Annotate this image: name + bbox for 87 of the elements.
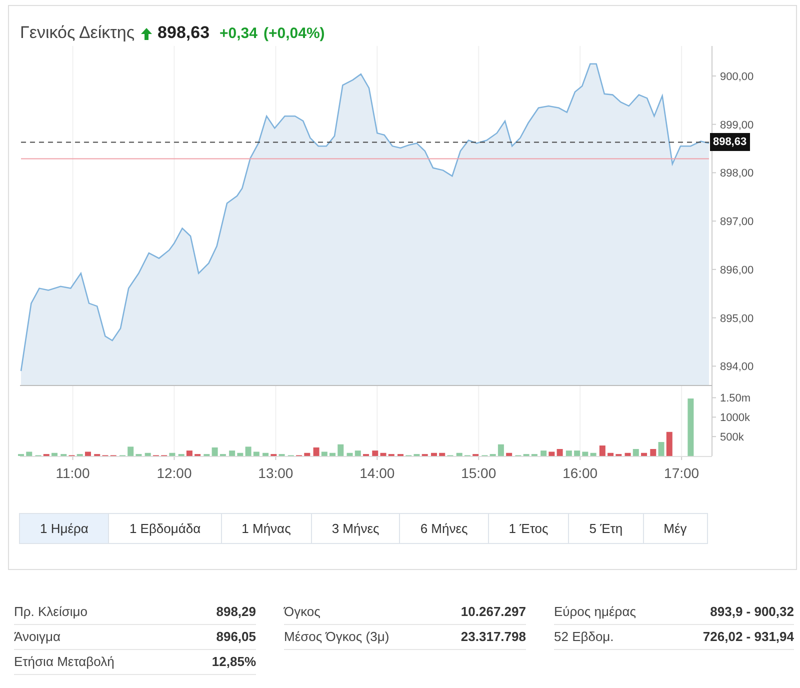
volume-bar [658, 442, 664, 456]
axis-label: 898,00 [720, 168, 754, 180]
axis-label: 899,00 [720, 119, 754, 132]
volume-bar [346, 452, 353, 456]
axis-label: 900,00 [720, 70, 754, 83]
volume-bar [304, 452, 310, 456]
volume-bar [548, 452, 555, 456]
range-tab[interactable]: 6 Μήνες [400, 513, 489, 544]
volume-bar [498, 444, 504, 456]
volume-bar [582, 452, 588, 456]
axis-label: 1.50m [720, 392, 751, 405]
last-price: 898,63 [158, 23, 210, 43]
axis-label: 896,00 [720, 264, 754, 276]
stat-value: 893,9 - 900,32 [710, 604, 794, 619]
stat-value: 10.267.297 [460, 604, 526, 619]
volume-bar [52, 452, 58, 456]
volume-bar [556, 449, 563, 456]
stat-label: Μέσος Όγκος (3μ) [284, 629, 390, 644]
time-label: 15:00 [461, 465, 496, 481]
index-name: Γενικός Δείκτης [20, 23, 135, 43]
volume-bar [641, 452, 648, 456]
stat-label: Όγκος [284, 604, 320, 619]
range-tab[interactable]: Μέγ [644, 513, 708, 544]
stat-label: Άνοιγμα [14, 629, 61, 644]
volume-bar [566, 450, 572, 456]
time-label: 11:00 [56, 465, 90, 481]
time-label: 14:00 [360, 465, 395, 481]
volume-bar [321, 452, 328, 456]
volume-bar [186, 450, 192, 456]
volume-bar [313, 447, 320, 456]
last-price-badge: 898,63 [710, 133, 750, 152]
volume-bar [84, 452, 91, 456]
range-tab[interactable]: 3 Μήνες [312, 513, 400, 544]
range-tab[interactable]: 1 Ημέρα [19, 513, 110, 544]
volume-bar [380, 452, 386, 456]
axis-label: 897,00 [720, 216, 754, 228]
volume-bar [506, 452, 512, 456]
stat-value: 23.317.798 [460, 629, 526, 644]
volume-bar [456, 452, 462, 456]
volume-bar [372, 450, 378, 456]
volume-bar [262, 452, 269, 456]
volume-bar [330, 452, 336, 456]
range-tab[interactable]: 5 Έτη [569, 513, 644, 544]
stat-value: 898,29 [216, 604, 256, 619]
range-tab[interactable]: 1 Μήνας [222, 513, 312, 544]
volume-bar [169, 452, 176, 456]
time-label: 13:00 [258, 465, 294, 481]
volume-bar [245, 446, 252, 456]
time-label: 12:00 [156, 465, 192, 481]
volume-bar [666, 432, 672, 456]
volume-bar [574, 450, 580, 456]
stat-label: Ετήσια Μεταβολή [14, 654, 114, 669]
percent-change: (+0,04%) [264, 24, 325, 42]
stat-label: 52 Εβδομ. [554, 629, 614, 644]
volume-bar [229, 450, 236, 456]
stat-value: 12,85% [212, 654, 256, 669]
time-label: 16:00 [562, 465, 598, 481]
stat-value: 726,02 - 931,94 [702, 629, 794, 644]
volume-bar [439, 452, 446, 456]
volume-bar [430, 452, 437, 456]
axis-label: 1000k [720, 412, 750, 424]
range-tab[interactable]: 1 Εβδομάδα [109, 513, 222, 544]
axis-label: 895,00 [720, 312, 754, 325]
volume-bar [354, 450, 361, 456]
volume-bar [608, 452, 614, 456]
stat-value: 896,05 [216, 629, 256, 644]
axis-label: 500k [720, 432, 744, 444]
volume-bar [26, 452, 32, 456]
volume-bar [688, 398, 694, 456]
volume-bar [650, 449, 656, 456]
volume-bar [144, 452, 151, 456]
volume-bar [253, 452, 260, 456]
volume-bar [338, 444, 344, 456]
volume-bar [128, 446, 134, 456]
volume-bar [599, 446, 606, 456]
volume-bar [590, 452, 596, 456]
stat-label: Εύρος ημέρας [554, 604, 636, 619]
price-change: +0,34 [220, 24, 258, 42]
volume-bar [632, 449, 639, 456]
volume-bar [624, 452, 631, 456]
time-label: 17:00 [664, 465, 700, 481]
volume-bar [237, 452, 244, 456]
volume-bar [212, 447, 218, 456]
stat-label: Πρ. Κλείσιμο [14, 604, 88, 619]
axis-label: 894,00 [720, 361, 754, 374]
volume-bar [540, 450, 547, 456]
range-tab[interactable]: 1 Έτος [488, 513, 570, 544]
